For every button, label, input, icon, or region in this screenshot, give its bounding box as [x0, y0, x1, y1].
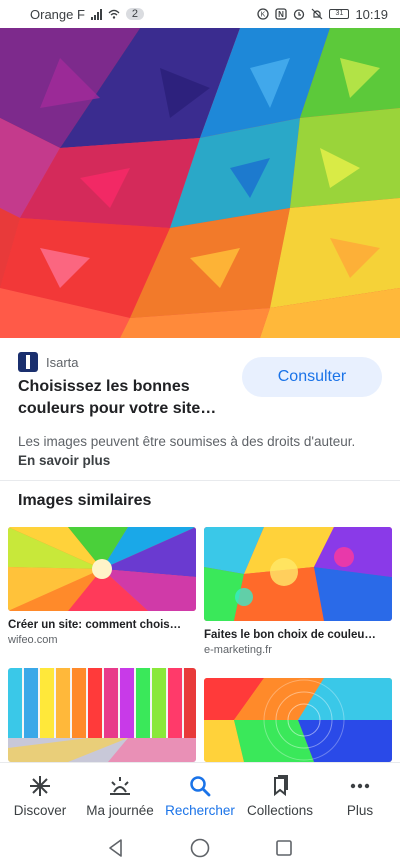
copyright-notice: Les images peuvent être soumises à des d…: [18, 432, 358, 470]
nav-collections[interactable]: Collections: [240, 763, 320, 828]
nav-discover[interactable]: Discover: [0, 763, 80, 828]
learn-more-link[interactable]: En savoir plus: [18, 453, 110, 468]
similar-image-card[interactable]: Faites le bon choix de couleu… e-marketi…: [204, 527, 392, 656]
similar-image-thumb: [204, 678, 392, 762]
similar-image-thumb: [8, 668, 196, 762]
similar-image-card[interactable]: Créer un site: comment chois… wifeo.com: [8, 527, 196, 646]
nav-label: Collections: [246, 802, 314, 818]
carrier-label: Orange F: [30, 6, 85, 22]
similar-image-card[interactable]: [8, 668, 196, 762]
nav-plus[interactable]: Plus: [320, 763, 400, 828]
rainbow-lowpoly-image: [0, 28, 400, 338]
mute-bell-icon: [312, 8, 323, 20]
nav-label: Rechercher: [165, 802, 235, 818]
divider: [0, 480, 400, 481]
bookmarks-icon: [274, 774, 288, 796]
similar-domain: wifeo.com: [8, 634, 58, 646]
copyright-text: Les images peuvent être soumises à des d…: [18, 434, 356, 449]
nfc-icon: N: [275, 8, 288, 20]
similar-image-thumb: [204, 527, 392, 621]
recents-icon[interactable]: [273, 837, 295, 859]
sunrise-icon: [110, 776, 130, 795]
data-saver-icon: K: [257, 8, 270, 20]
signal-icon: [90, 8, 102, 20]
nav-label: Discover: [13, 802, 67, 818]
source-logo-icon: [18, 352, 38, 372]
source-name: Isarta: [46, 354, 79, 370]
similar-image-card[interactable]: [204, 678, 392, 762]
consult-button[interactable]: Consulter: [242, 357, 382, 397]
similar-image-thumb: [8, 527, 196, 611]
similar-domain: e-marketing.fr: [204, 644, 272, 656]
similar-images-heading: Images similaires: [18, 492, 152, 509]
back-icon[interactable]: [105, 837, 127, 859]
svg-text:N: N: [279, 10, 285, 19]
asterisk-icon: [30, 775, 50, 796]
result-title[interactable]: Choisissez les bonnes couleurs pour votr…: [18, 376, 233, 420]
status-bar: Orange F 2 K N 31 10:19: [0, 0, 400, 28]
similar-caption: Créer un site: comment chois…: [8, 619, 182, 631]
wifi-icon: [108, 9, 120, 19]
similar-caption: Faites le bon choix de couleu…: [204, 629, 376, 641]
system-navigation-bar: [0, 828, 400, 867]
search-icon: [190, 775, 211, 796]
alarm-icon: [294, 9, 305, 20]
bottom-navigation: Discover Ma journée Rechercher Collectio…: [0, 762, 400, 828]
svg-text:K: K: [261, 12, 266, 19]
notification-count-badge: 2: [125, 8, 145, 20]
nav-label: Plus: [346, 802, 374, 818]
clock: 10:19: [355, 6, 388, 22]
battery-icon: 31: [329, 9, 350, 19]
nav-rechercher[interactable]: Rechercher: [160, 763, 240, 828]
more-dots-icon: [350, 783, 370, 788]
nav-label: Ma journée: [86, 802, 154, 818]
nav-ma-journee[interactable]: Ma journée: [80, 763, 160, 828]
source-row[interactable]: Isarta: [18, 352, 79, 372]
main-image[interactable]: [0, 28, 400, 338]
home-icon[interactable]: [189, 837, 211, 859]
